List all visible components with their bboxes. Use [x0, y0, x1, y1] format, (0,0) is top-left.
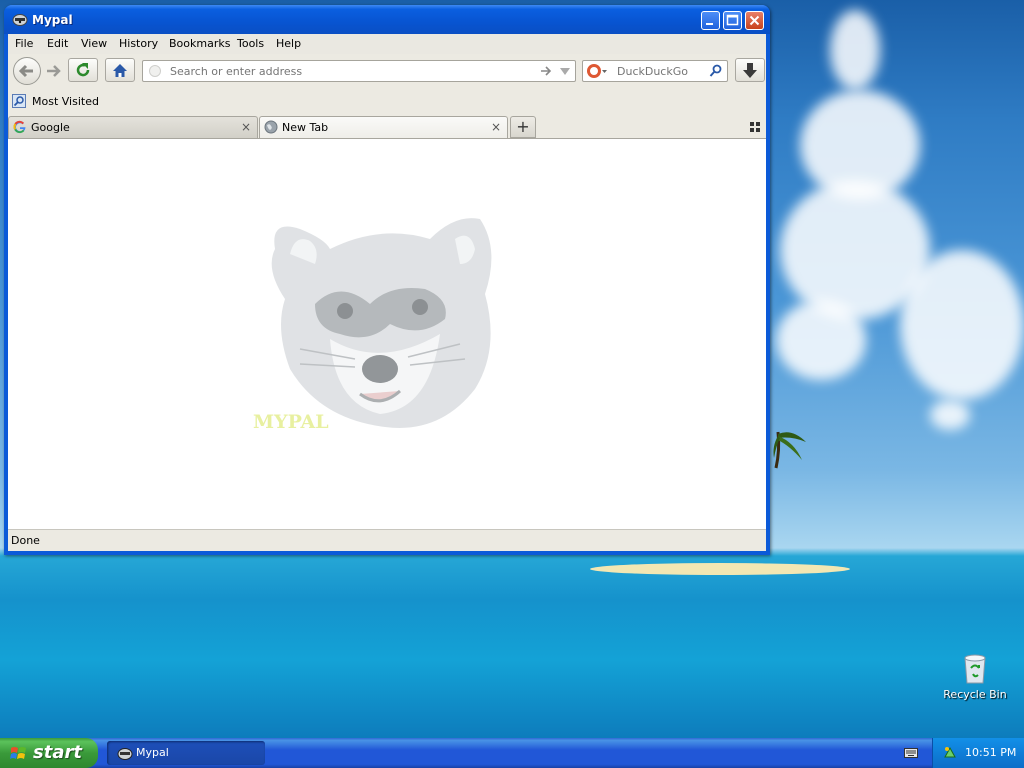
tab-close-icon[interactable]: × [491, 120, 501, 134]
minimize-button[interactable] [701, 11, 720, 30]
palm-tree-icon [773, 431, 806, 469]
back-button[interactable] [13, 57, 41, 85]
dropdown-arrow-icon[interactable] [559, 66, 571, 78]
go-arrow-icon[interactable] [539, 64, 553, 78]
tab-label: New Tab [282, 121, 329, 134]
new-tab-button[interactable]: + [510, 116, 536, 138]
menu-tools[interactable]: Tools [237, 37, 264, 50]
mypal-icon [12, 14, 28, 26]
address-input[interactable] [168, 64, 532, 79]
close-icon [749, 15, 760, 26]
forward-button[interactable] [43, 61, 65, 81]
page-identity-icon [149, 65, 161, 77]
close-window-button[interactable] [745, 11, 764, 30]
maximize-icon [726, 14, 739, 26]
taskbar-item-label: Mypal [136, 746, 169, 759]
bookmarks-toolbar: Most Visited [8, 90, 766, 112]
recycle-bin[interactable]: Recycle Bin [940, 654, 1010, 701]
tab-groups-icon[interactable] [750, 122, 760, 132]
tab-new-tab[interactable]: New Tab × [259, 116, 508, 138]
menu-edit[interactable]: Edit [47, 37, 68, 50]
menu-file[interactable]: File [15, 37, 33, 50]
menu-bookmarks[interactable]: Bookmarks [169, 37, 230, 50]
browser-window: Mypal File Edit View History Bookmarks T… [4, 5, 770, 555]
recycle-bin-icon [964, 654, 986, 684]
start-label: start [33, 742, 82, 763]
clock[interactable]: 10:51 PM [965, 746, 1016, 759]
minimize-icon [706, 23, 713, 25]
window-title: Mypal [32, 13, 73, 27]
address-bar[interactable] [142, 60, 576, 82]
google-icon [13, 120, 26, 134]
taskbar-item-mypal[interactable]: Mypal [107, 741, 265, 765]
system-tray: 10:51 PM [932, 738, 1024, 768]
cloud [830, 10, 880, 90]
download-arrow-icon [743, 63, 757, 78]
cloud [776, 300, 866, 380]
mypal-icon [117, 748, 133, 760]
maximize-button[interactable] [723, 11, 742, 30]
tab-strip: Google × New Tab × + [8, 114, 766, 138]
cloud [900, 250, 1024, 400]
reload-icon [76, 63, 90, 77]
search-bar[interactable] [582, 60, 728, 82]
page-content: MYPAL [8, 138, 766, 534]
most-visited-icon [12, 94, 26, 108]
navigation-toolbar [8, 54, 766, 90]
title-bar[interactable]: Mypal [4, 5, 770, 34]
status-bar: Done [8, 529, 766, 551]
tab-google[interactable]: Google × [8, 116, 258, 138]
menu-help[interactable]: Help [276, 37, 301, 50]
home-icon [113, 64, 127, 77]
globe-icon [264, 120, 278, 134]
keyboard-icon[interactable] [904, 747, 918, 759]
menu-view[interactable]: View [81, 37, 107, 50]
browser-body: File Edit View History Bookmarks Tools H… [8, 34, 766, 551]
downloads-button[interactable] [735, 58, 765, 82]
tab-label: Google [31, 121, 70, 134]
duckduckgo-icon[interactable] [586, 63, 608, 79]
island [590, 563, 850, 575]
search-icon[interactable] [709, 64, 723, 78]
start-button[interactable]: start [0, 738, 98, 768]
menu-bar: File Edit View History Bookmarks Tools H… [8, 34, 766, 54]
home-button[interactable] [105, 58, 135, 82]
network-icon[interactable] [943, 745, 957, 759]
recycle-bin-label: Recycle Bin [943, 688, 1007, 701]
raccoon-logo-icon [271, 218, 492, 428]
back-arrow-icon [18, 64, 33, 78]
forward-arrow-icon [47, 65, 61, 77]
most-visited-bookmark[interactable]: Most Visited [32, 95, 99, 108]
windows-logo-icon [10, 747, 26, 759]
reload-button[interactable] [68, 58, 98, 82]
cloud [930, 400, 970, 430]
menu-history[interactable]: History [119, 37, 158, 50]
status-text: Done [11, 534, 40, 547]
taskbar: start Mypal 10:51 PM [0, 738, 1024, 768]
search-input[interactable] [615, 64, 707, 79]
mypal-logo-text: MYPAL [253, 411, 329, 433]
tab-close-icon[interactable]: × [241, 120, 251, 134]
